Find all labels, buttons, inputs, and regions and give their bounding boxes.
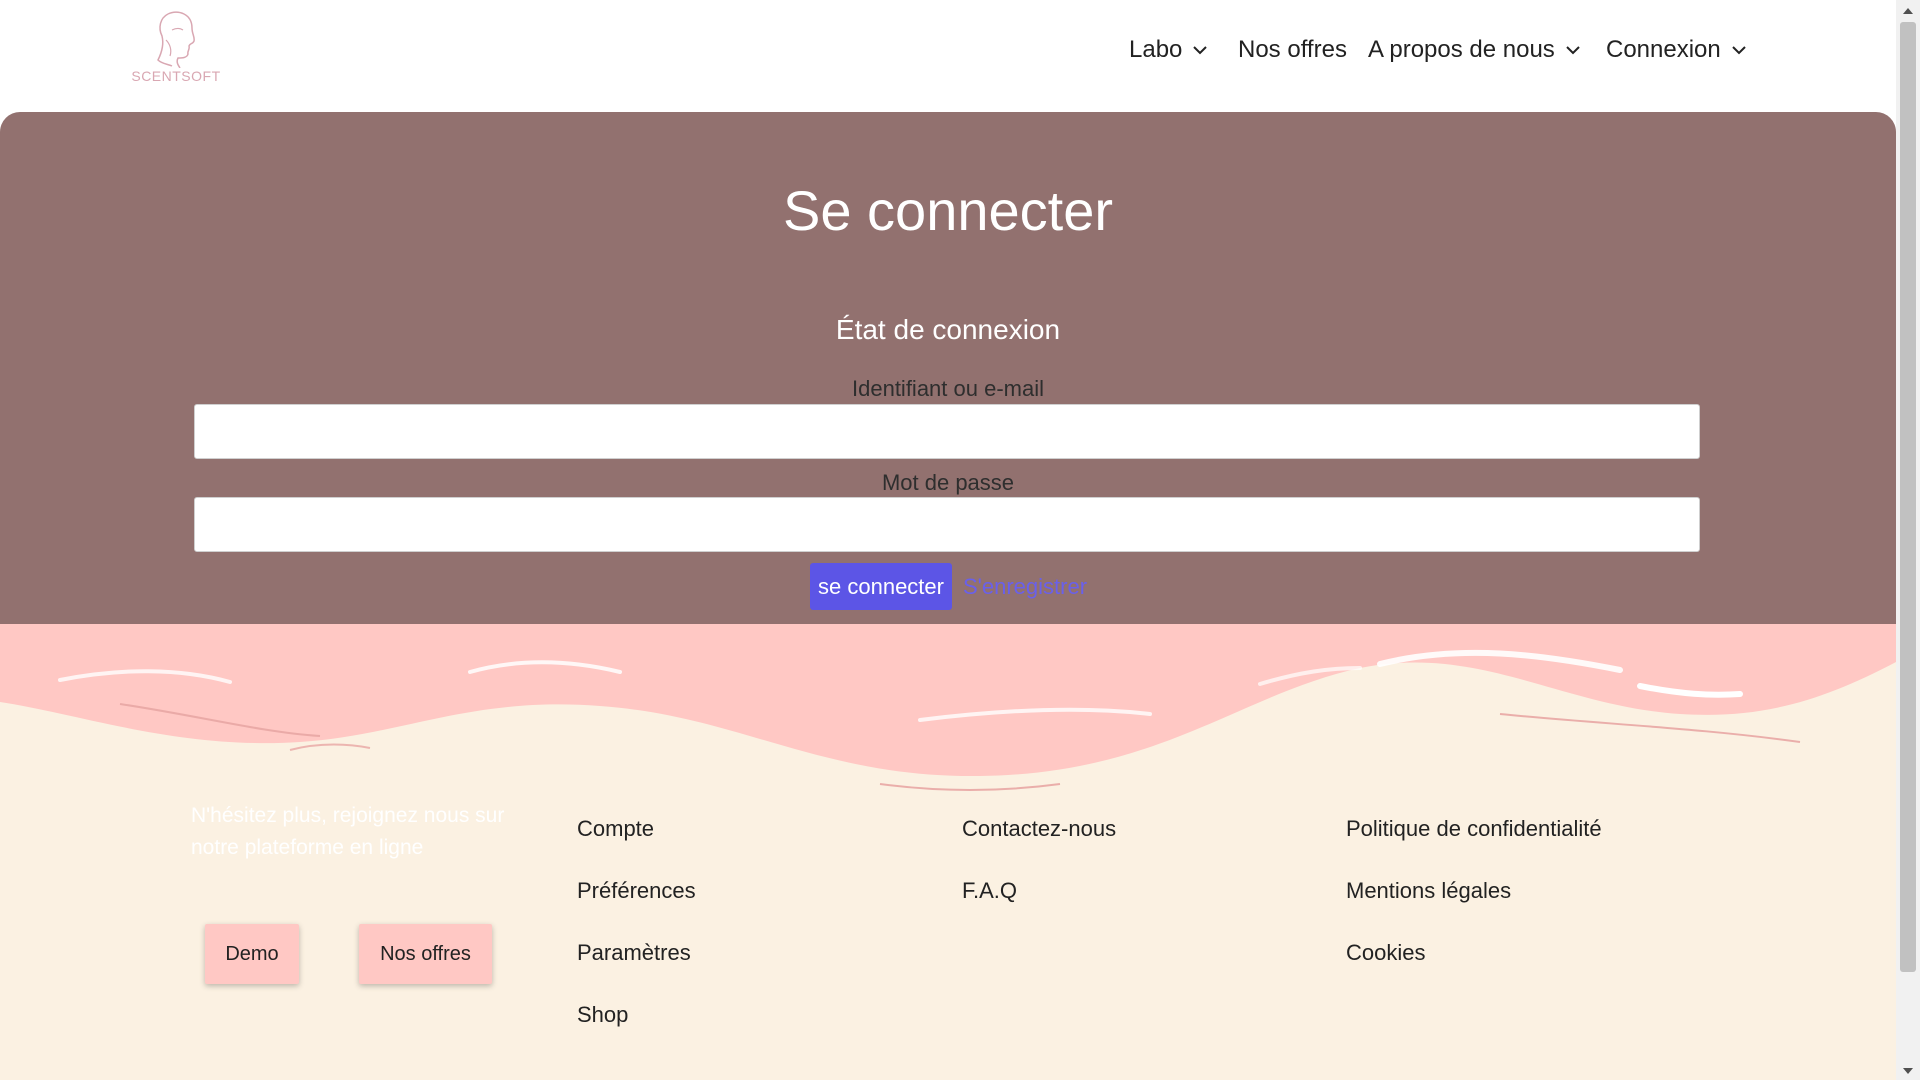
nav-label: A propos de nous (1368, 36, 1555, 63)
scrollbar-thumb[interactable] (1900, 22, 1916, 972)
login-panel: Se connecter État de connexion Identifia… (0, 112, 1896, 624)
chevron-down-icon (1192, 45, 1208, 55)
footer-link-cookies[interactable]: Cookies (1346, 940, 1602, 1002)
username-label: Identifiant ou e-mail (852, 376, 1044, 401)
demo-button[interactable]: Demo (205, 924, 299, 984)
brand-name: SCENTSOFT (131, 68, 221, 84)
nav-item-a-propos[interactable]: A propos de nous (1368, 30, 1581, 70)
footer-link-preferences[interactable]: Préférences (577, 878, 696, 940)
footer-link-parametres[interactable]: Paramètres (577, 940, 696, 1002)
face-profile-logo-icon (157, 11, 195, 68)
scroll-down-arrow-icon[interactable] (1896, 1062, 1920, 1080)
footer-cta-text: N'hésitez plus, rejoignez nous sur notre… (191, 804, 505, 859)
footer-link-compte[interactable]: Compte (577, 816, 696, 878)
nav-item-labo[interactable]: Labo (1129, 30, 1208, 70)
footer-link-privacy[interactable]: Politique de confidentialité (1346, 816, 1602, 878)
brand-logo[interactable]: SCENTSOFT (128, 10, 224, 86)
nav-item-nos-offres[interactable]: Nos offres (1238, 30, 1347, 70)
login-status-heading: État de connexion (835, 314, 1061, 345)
password-input[interactable] (194, 497, 1700, 552)
page-title: Se connecter (783, 179, 1113, 242)
nav-label: Connexion (1606, 36, 1721, 63)
footer-column-account: Compte Préférences Paramètres Shop (577, 816, 696, 1064)
chevron-down-icon (1731, 45, 1747, 55)
register-link[interactable]: S'enregistrer (963, 574, 1087, 600)
footer-wave-decoration (0, 624, 1896, 791)
site-header: SCENTSOFT Labo Nos offres A propos de no… (0, 0, 1896, 112)
vertical-scrollbar[interactable] (1896, 0, 1920, 1080)
footer-column-support: Contactez-nous F.A.Q (962, 816, 1116, 940)
nav-label: Nos offres (1238, 36, 1347, 63)
footer-link-contact[interactable]: Contactez-nous (962, 816, 1116, 878)
nav-label: Labo (1129, 36, 1183, 63)
footer-link-mentions[interactable]: Mentions légales (1346, 878, 1602, 940)
site-footer: N'hésitez plus, rejoignez nous sur notre… (0, 624, 1896, 1080)
nos-offres-button[interactable]: Nos offres (359, 924, 492, 984)
scroll-up-arrow-icon[interactable] (1896, 2, 1920, 20)
footer-link-faq[interactable]: F.A.Q (962, 878, 1116, 940)
footer-link-shop[interactable]: Shop (577, 1002, 696, 1064)
footer-column-legal: Politique de confidentialité Mentions lé… (1346, 816, 1602, 1002)
password-label: Mot de passe (881, 470, 1015, 495)
username-input[interactable] (194, 404, 1700, 459)
login-submit-button[interactable]: se connecter (810, 563, 952, 610)
nav-item-connexion[interactable]: Connexion (1606, 30, 1747, 70)
chevron-down-icon (1565, 45, 1581, 55)
